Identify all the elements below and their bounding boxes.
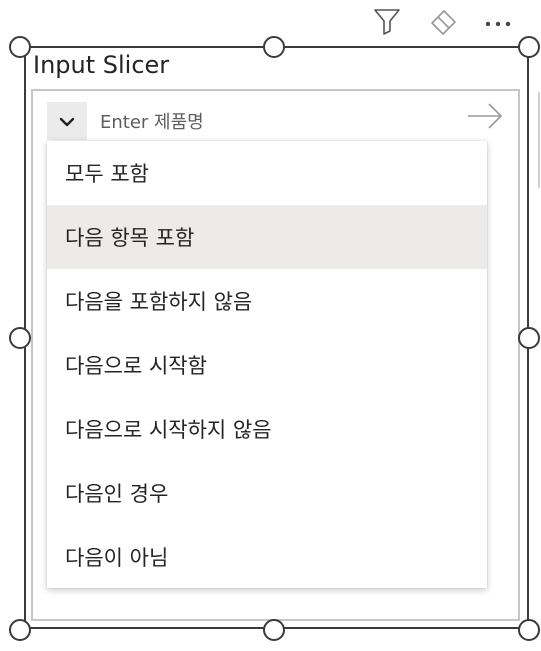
resize-handle-bottom-right[interactable]: [518, 619, 540, 641]
match-type-dropdown-button[interactable]: [47, 102, 87, 140]
resize-handle-top[interactable]: [263, 36, 285, 58]
search-input[interactable]: Enter 제품명: [100, 108, 204, 134]
filter-icon: [372, 6, 402, 40]
menu-item-does-not-start-with[interactable]: 다음으로 시작하지 않음: [47, 397, 487, 461]
resize-handle-top-right[interactable]: [518, 36, 540, 58]
more-options-icon: [481, 14, 515, 33]
eraser-icon: [427, 6, 459, 40]
menu-item-contains[interactable]: 다음 항목 포함: [47, 205, 487, 269]
more-options-button[interactable]: [481, 6, 515, 40]
menu-item-starts-with[interactable]: 다음으로 시작함: [47, 333, 487, 397]
filter-button[interactable]: [370, 6, 404, 40]
resize-handle-top-left[interactable]: [9, 36, 31, 58]
clear-selections-button[interactable]: [426, 6, 460, 40]
menu-item-is[interactable]: 다음인 경우: [47, 461, 487, 525]
apply-input-button[interactable]: [465, 100, 505, 136]
menu-item-is-not[interactable]: 다음이 아님: [47, 525, 487, 589]
resize-handle-bottom-left[interactable]: [9, 619, 31, 641]
match-type-dropdown-menu: 모두 포함 다음 항목 포함 다음을 포함하지 않음 다음으로 시작함 다음으로…: [47, 141, 487, 588]
menu-item-does-not-contain[interactable]: 다음을 포함하지 않음: [47, 269, 487, 333]
visual-header-toolbar: [370, 6, 535, 40]
visual-title: Input Slicer: [33, 51, 170, 79]
menu-item-contains-any[interactable]: 모두 포함: [47, 141, 487, 205]
chevron-down-icon: [59, 112, 75, 131]
arrow-right-icon: [466, 101, 504, 135]
slicer-input-row: Enter 제품명: [47, 98, 511, 142]
resize-handle-left[interactable]: [9, 327, 31, 349]
resize-handle-right[interactable]: [518, 327, 540, 349]
resize-handle-bottom[interactable]: [263, 619, 285, 641]
